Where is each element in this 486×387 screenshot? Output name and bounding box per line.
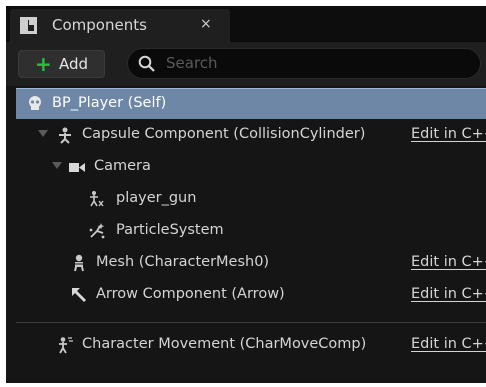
tree-item-capsule-component[interactable]: Capsule Component (CollisionCylinder) Ed… xyxy=(16,120,486,151)
add-button[interactable]: + Add xyxy=(18,50,105,78)
edit-in-cpp-link[interactable]: Edit in C++ xyxy=(411,336,486,352)
tree-item-label: Capsule Component (CollisionCylinder) xyxy=(82,126,366,142)
tree-item-label: Character Movement (CharMoveComp) xyxy=(82,336,367,352)
tree-item-particle-system[interactable]: ParticleSystem xyxy=(16,216,486,247)
skull-icon xyxy=(29,96,41,110)
edit-in-cpp-link[interactable]: Edit in C++ xyxy=(411,254,486,270)
close-icon[interactable]: × xyxy=(200,16,212,32)
child-actor-icon xyxy=(90,191,104,207)
add-label: Add xyxy=(59,55,89,73)
tree-item-label: BP_Player (Self) xyxy=(52,95,167,111)
tree-item-player-gun[interactable]: player_gun xyxy=(16,184,486,215)
search-input[interactable]: Search xyxy=(127,48,481,79)
tree-item-label: Arrow Component (Arrow) xyxy=(96,286,285,302)
tree-item-mesh[interactable]: Mesh (CharacterMesh0) Edit in C++ xyxy=(16,248,486,279)
tab-bar: Components × xyxy=(6,6,486,42)
character-movement-icon xyxy=(59,337,73,354)
divider xyxy=(16,322,486,323)
expand-arrow-icon[interactable] xyxy=(52,162,62,169)
skeletal-mesh-icon xyxy=(74,254,84,272)
plus-icon: + xyxy=(35,52,52,76)
tree-item-label: Mesh (CharacterMesh0) xyxy=(96,254,270,270)
edit-in-cpp-link[interactable]: Edit in C++ xyxy=(411,126,486,142)
tree-item-bp-player[interactable]: BP_Player (Self) xyxy=(16,88,486,119)
tree-item-label: ParticleSystem xyxy=(116,222,224,238)
edit-in-cpp-link[interactable]: Edit in C++ xyxy=(411,286,486,302)
tree-item-camera[interactable]: Camera xyxy=(16,152,486,183)
search-placeholder: Search xyxy=(166,54,218,72)
tree-item-label: player_gun xyxy=(116,190,197,206)
tree-item-arrow-component[interactable]: Arrow Component (Arrow) Edit in C++ xyxy=(16,280,486,311)
toolbar: + Add Search xyxy=(6,42,486,86)
component-tree: BP_Player (Self) Capsule Component (Coll… xyxy=(6,86,486,383)
tab-components[interactable]: Components × xyxy=(10,9,230,42)
components-icon xyxy=(20,17,37,34)
tree-item-character-movement[interactable]: Character Movement (CharMoveComp) Edit i… xyxy=(16,330,486,361)
search-icon xyxy=(138,55,155,72)
tab-title: Components xyxy=(52,16,147,34)
particle-system-icon xyxy=(89,223,105,239)
components-panel: Components × + Add Search BP_Player (Sel… xyxy=(6,6,486,383)
camera-icon xyxy=(69,163,85,172)
collision-capsule-icon xyxy=(59,127,71,144)
tree-item-label: Camera xyxy=(94,158,151,174)
arrow-icon xyxy=(72,288,86,302)
expand-arrow-icon[interactable] xyxy=(38,130,48,137)
